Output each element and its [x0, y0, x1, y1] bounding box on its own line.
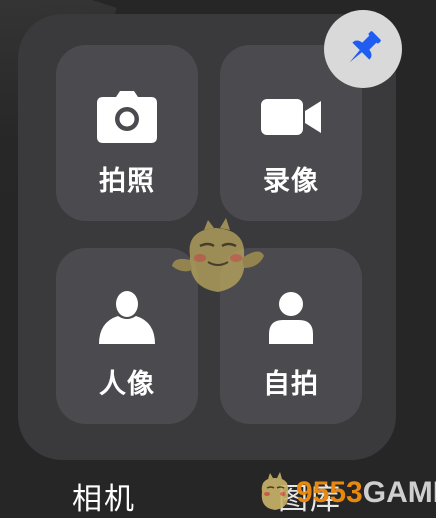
selfie-person-icon	[269, 292, 313, 344]
camera-icon	[97, 91, 157, 143]
video-camera-icon	[261, 99, 321, 135]
photo-label: 拍照	[99, 166, 155, 197]
watermark-mini-mascot-icon	[261, 472, 289, 510]
photo-shortcut-button[interactable]: 拍照	[56, 45, 198, 221]
watermark-word: GAME	[362, 476, 436, 509]
pushpin-icon	[349, 31, 381, 63]
watermark-mascot-icon	[172, 218, 264, 292]
pin-widget-button[interactable]	[324, 10, 402, 88]
person-icon	[99, 291, 155, 344]
watermark-number: 9553	[296, 476, 363, 509]
camera-app-label[interactable]: 相机	[72, 474, 136, 518]
video-label: 录像	[263, 166, 319, 197]
watermark-text: 9553GAME	[296, 476, 436, 510]
selfie-label: 自拍	[263, 369, 319, 400]
portrait-label: 人像	[99, 369, 155, 400]
site-watermark: 9553GAME	[252, 470, 436, 514]
